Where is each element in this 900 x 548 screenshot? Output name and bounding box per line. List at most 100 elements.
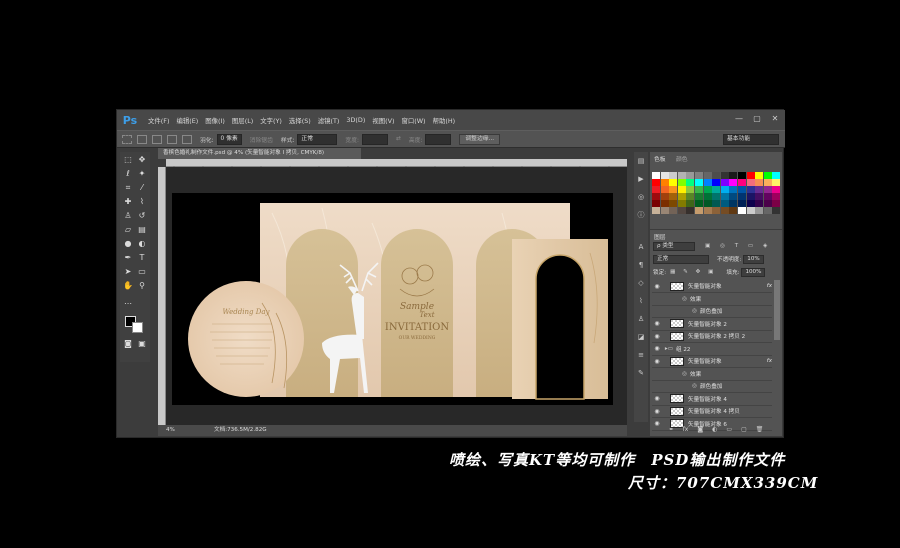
color-swatch[interactable]: [686, 172, 695, 179]
color-swatch[interactable]: [712, 172, 721, 179]
lasso-icon[interactable]: ℓ: [122, 168, 134, 180]
layer-row[interactable]: ◎ 颜色叠加: [652, 380, 772, 393]
color-swatch[interactable]: [669, 207, 678, 214]
color-swatch[interactable]: [660, 186, 669, 193]
color-swatch[interactable]: [737, 200, 746, 207]
color-swatch[interactable]: [694, 186, 703, 193]
color-swatch[interactable]: [729, 172, 738, 179]
color-swatch[interactable]: [712, 179, 721, 186]
adjustments-panel-icon[interactable]: ◎: [636, 192, 646, 202]
color-swatch[interactable]: [755, 207, 764, 214]
fx-icon[interactable]: fx: [683, 426, 689, 435]
style-select[interactable]: 正常: [297, 133, 338, 145]
layer-row[interactable]: ◉ 矢量智能对象 2: [652, 318, 772, 331]
color-swatch[interactable]: [712, 186, 721, 193]
width-input[interactable]: [361, 133, 388, 145]
color-swatch[interactable]: [652, 193, 660, 200]
menu-file[interactable]: 文件(F): [148, 116, 169, 125]
paragraph-panel-icon[interactable]: ¶: [636, 260, 646, 270]
color-swatch[interactable]: [660, 200, 669, 207]
color-swatch[interactable]: [677, 200, 686, 207]
color-swatch[interactable]: [737, 193, 746, 200]
menu-window[interactable]: 窗口(W): [401, 116, 425, 125]
menu-3d[interactable]: 3D(D): [346, 116, 365, 124]
close-icon[interactable]: ✕: [769, 113, 781, 125]
color-swatch[interactable]: [763, 207, 772, 214]
layer-row[interactable]: ◉ 矢量智能对象 4: [652, 393, 772, 406]
color-swatch[interactable]: [652, 200, 660, 207]
swap-icon[interactable]: ⇄: [396, 136, 401, 142]
color-swatch[interactable]: [686, 207, 695, 214]
workspace-select[interactable]: 基本功能: [723, 133, 779, 145]
opacity-input[interactable]: 10%: [743, 254, 764, 264]
color-swatch[interactable]: [660, 193, 669, 200]
styles-panel-icon[interactable]: ◪: [636, 332, 646, 342]
brush-icon[interactable]: ⌇: [136, 196, 148, 208]
refine-edge-button[interactable]: 调整边缘...: [459, 133, 501, 145]
channels-panel-icon[interactable]: ≡: [636, 350, 646, 360]
color-swatch[interactable]: [763, 172, 772, 179]
link-icon[interactable]: ⚭: [669, 426, 674, 435]
layer-row[interactable]: ◎ 效果: [652, 293, 772, 306]
color-swatch[interactable]: [669, 179, 678, 186]
color-swatch[interactable]: [703, 179, 712, 186]
color-swatch[interactable]: [755, 193, 764, 200]
visibility-eye-icon[interactable]: ◉: [652, 408, 662, 415]
marquee-tool-icon[interactable]: [122, 134, 132, 144]
color-swatch[interactable]: [755, 200, 764, 207]
feather-input[interactable]: 0 像素: [216, 133, 242, 145]
color-swatch[interactable]: [746, 172, 755, 179]
color-swatch[interactable]: [737, 172, 746, 179]
color-swatch[interactable]: [737, 207, 746, 214]
brush-panel-icon[interactable]: ⌇: [636, 296, 646, 306]
fill-input[interactable]: 100%: [741, 267, 766, 277]
color-swatch[interactable]: [755, 172, 764, 179]
menu-edit[interactable]: 编辑(E): [176, 116, 198, 125]
shape-icon[interactable]: ▭: [136, 266, 148, 278]
folder-icon[interactable]: ▭: [726, 426, 732, 435]
color-swatch[interactable]: [703, 186, 712, 193]
color-swatch[interactable]: [720, 200, 729, 207]
color-swatch[interactable]: [686, 200, 695, 207]
color-swatch[interactable]: [652, 207, 660, 214]
color-swatch[interactable]: [694, 179, 703, 186]
history-panel-icon[interactable]: ▤: [636, 156, 646, 166]
color-swatch[interactable]: [772, 186, 781, 193]
visibility-eye-icon[interactable]: ◉: [652, 345, 662, 352]
color-swatch[interactable]: [772, 207, 781, 214]
quick-mask-icon[interactable]: ◙: [122, 338, 134, 350]
menu-type[interactable]: 文字(Y): [260, 116, 282, 125]
fx-badge[interactable]: fx: [767, 283, 772, 289]
color-swatch[interactable]: [746, 179, 755, 186]
layer-row[interactable]: ◎ 效果: [652, 368, 772, 381]
layer-row[interactable]: ◎ 颜色叠加: [652, 305, 772, 318]
blur-icon[interactable]: ●: [122, 238, 134, 250]
color-swatch[interactable]: [703, 172, 712, 179]
more-tools-icon[interactable]: ⋯: [122, 298, 134, 310]
new-layer-icon[interactable]: ▢: [741, 426, 747, 435]
color-swatch[interactable]: [729, 207, 738, 214]
color-swatch[interactable]: [669, 186, 678, 193]
maximize-icon[interactable]: ▢: [751, 113, 763, 125]
move-icon[interactable]: ✥: [136, 154, 148, 166]
marquee-icon[interactable]: ⬚: [122, 154, 134, 166]
blend-mode-select[interactable]: 正常: [653, 254, 709, 264]
color-swatch[interactable]: [669, 172, 678, 179]
color-swatch[interactable]: [720, 193, 729, 200]
visibility-eye-icon[interactable]: ◉: [652, 358, 662, 365]
dodge-icon[interactable]: ◐: [136, 238, 148, 250]
color-swatch[interactable]: [703, 207, 712, 214]
color-swatch[interactable]: [677, 193, 686, 200]
magic-wand-icon[interactable]: ✦: [136, 168, 148, 180]
character-panel-icon[interactable]: A: [636, 242, 646, 252]
intersect-selection-icon[interactable]: [182, 134, 192, 144]
hand-icon[interactable]: ✋: [122, 280, 134, 292]
add-selection-icon[interactable]: [152, 134, 162, 144]
layer-row[interactable]: ◉ 矢量智能对象 2 拷贝 2: [652, 330, 772, 343]
color-swatch[interactable]: [729, 200, 738, 207]
subtract-selection-icon[interactable]: [167, 134, 177, 144]
color-swatch[interactable]: [763, 200, 772, 207]
trash-icon[interactable]: 🗑: [756, 426, 764, 435]
color-swatch[interactable]: [660, 179, 669, 186]
tab-swatches[interactable]: 色板: [654, 154, 666, 163]
